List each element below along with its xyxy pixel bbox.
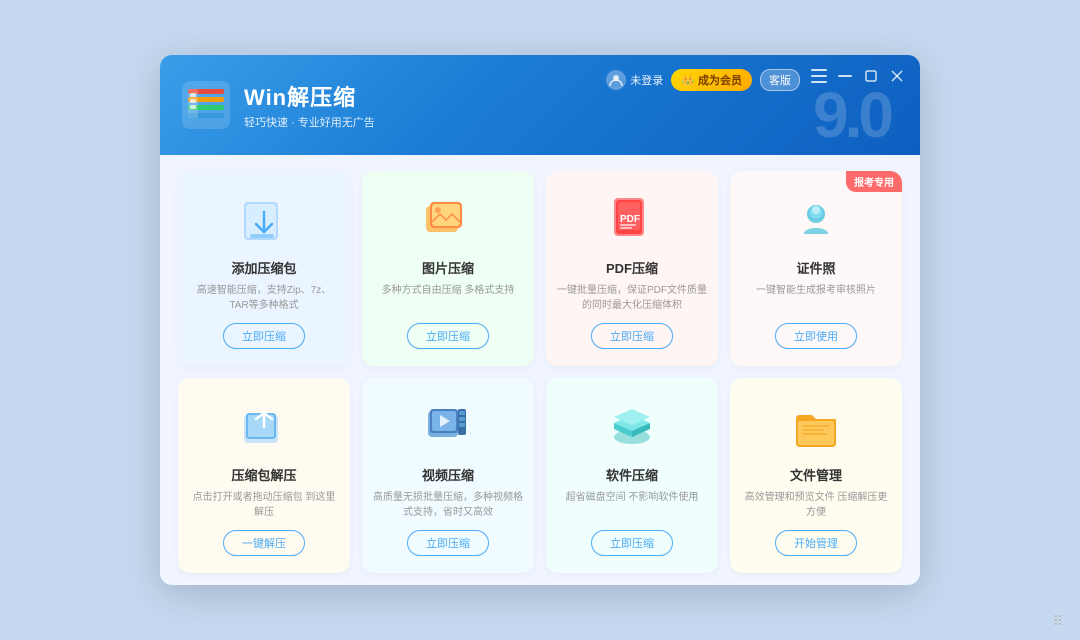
- extract-zip-button[interactable]: 一键解压: [223, 530, 305, 556]
- id-photo-badge: 报考专用: [846, 171, 902, 192]
- minimize-button[interactable]: [836, 67, 854, 85]
- app-title: Win解压缩: [244, 80, 375, 112]
- id-photo-desc: 一键智能生成报考审核照片: [756, 283, 876, 313]
- video-compress-icon: [420, 399, 476, 455]
- menu-button[interactable]: [810, 67, 828, 85]
- add-zip-desc: 高速智能压缩，支持Zip、7z、TAR等多种格式: [188, 283, 340, 313]
- svg-text:PDF: PDF: [620, 214, 640, 225]
- extract-zip-desc: 点击打开或者拖动压缩包 到这里解压: [188, 490, 340, 520]
- login-label: 未登录: [630, 72, 663, 88]
- pdf-compress-icon: PDF: [604, 192, 660, 248]
- feature-grid: 添加压缩包 高速智能压缩，支持Zip、7z、TAR等多种格式 立即压缩 图片压缩: [178, 171, 902, 573]
- card-image-compress: 图片压缩 多种方式自由压缩 多格式支持 立即压缩: [362, 171, 534, 366]
- card-extract-zip: 压缩包解压 点击打开或者拖动压缩包 到这里解压 一键解压: [178, 378, 350, 573]
- software-compress-title: 软件压缩: [606, 465, 658, 484]
- image-compress-button[interactable]: 立即压缩: [407, 323, 489, 349]
- software-compress-icon: [604, 399, 660, 455]
- card-add-zip: 添加压缩包 高速智能压缩，支持Zip、7z、TAR等多种格式 立即压缩: [178, 171, 350, 366]
- software-compress-button[interactable]: 立即压缩: [591, 530, 673, 556]
- logo-text: Win解压缩 轻巧快速 · 专业好用无广告: [244, 80, 375, 130]
- guest-button[interactable]: 客版: [760, 69, 800, 91]
- card-video-compress: 视频压缩 高质量无损批量压缩，多种视频格式支持，省时又高效 立即压缩: [362, 378, 534, 573]
- file-manage-icon: [788, 399, 844, 455]
- id-photo-button[interactable]: 立即使用: [775, 323, 857, 349]
- software-compress-desc: 超省磁盘空间 不影响软件使用: [566, 490, 699, 520]
- add-zip-button[interactable]: 立即压缩: [223, 323, 305, 349]
- close-button[interactable]: [888, 67, 906, 85]
- file-manage-title: 文件管理: [790, 465, 842, 484]
- id-photo-icon: [788, 192, 844, 248]
- user-avatar-icon: [606, 70, 626, 90]
- app-subtitle: 轻巧快速 · 专业好用无广告: [244, 114, 375, 130]
- pdf-compress-title: PDF压缩: [606, 258, 658, 277]
- add-zip-icon: [236, 192, 292, 248]
- file-manage-desc: 高效管理和预览文件 压缩解压更方便: [740, 490, 892, 520]
- maximize-button[interactable]: [862, 67, 880, 85]
- image-compress-title: 图片压缩: [422, 258, 474, 277]
- pdf-compress-desc: 一键批量压缩，保证PDF文件质量的同时最大化压缩体积: [556, 283, 708, 313]
- window-controls: [810, 67, 906, 85]
- main-window: Win解压缩 轻巧快速 · 专业好用无广告 9.0 未登录 👑 成为会员 客版: [160, 55, 920, 585]
- video-compress-desc: 高质量无损批量压缩，多种视频格式支持，省时又高效: [372, 490, 524, 520]
- add-zip-title: 添加压缩包: [231, 258, 296, 277]
- card-id-photo: 报考专用 证件照 一键智能生成报考审核照片 立即使用: [730, 171, 902, 366]
- extract-zip-icon: [236, 399, 292, 455]
- app-logo-icon: [180, 79, 232, 131]
- card-pdf-compress: PDF PDF压缩 一键批量压缩，保证PDF文件质量的同时最大化压缩体积 立即压…: [546, 171, 718, 366]
- file-manage-button[interactable]: 开始管理: [775, 530, 857, 556]
- main-content: 添加压缩包 高速智能压缩，支持Zip、7z、TAR等多种格式 立即压缩 图片压缩: [160, 155, 920, 585]
- version-watermark: 9.0: [813, 83, 890, 147]
- extract-zip-title: 压缩包解压: [231, 465, 296, 484]
- card-software-compress: 软件压缩 超省磁盘空间 不影响软件使用 立即压缩: [546, 378, 718, 573]
- vip-button[interactable]: 👑 成为会员: [671, 69, 752, 91]
- card-file-manage: 文件管理 高效管理和预览文件 压缩解压更方便 开始管理: [730, 378, 902, 573]
- guest-label: 客版: [769, 75, 791, 87]
- header: Win解压缩 轻巧快速 · 专业好用无广告 9.0 未登录 👑 成为会员 客版: [160, 55, 920, 155]
- vip-label: 成为会员: [698, 72, 742, 88]
- image-compress-desc: 多种方式自由压缩 多格式支持: [382, 283, 515, 313]
- login-button[interactable]: 未登录: [606, 70, 663, 90]
- logo-area: Win解压缩 轻巧快速 · 专业好用无广告: [180, 79, 375, 131]
- pdf-compress-button[interactable]: 立即压缩: [591, 323, 673, 349]
- user-area: 未登录 👑 成为会员 客版: [606, 69, 800, 91]
- id-photo-title: 证件照: [796, 258, 835, 277]
- image-compress-icon: [420, 192, 476, 248]
- video-compress-title: 视频压缩: [422, 465, 474, 484]
- video-compress-button[interactable]: 立即压缩: [407, 530, 489, 556]
- crown-icon: 👑: [681, 74, 695, 87]
